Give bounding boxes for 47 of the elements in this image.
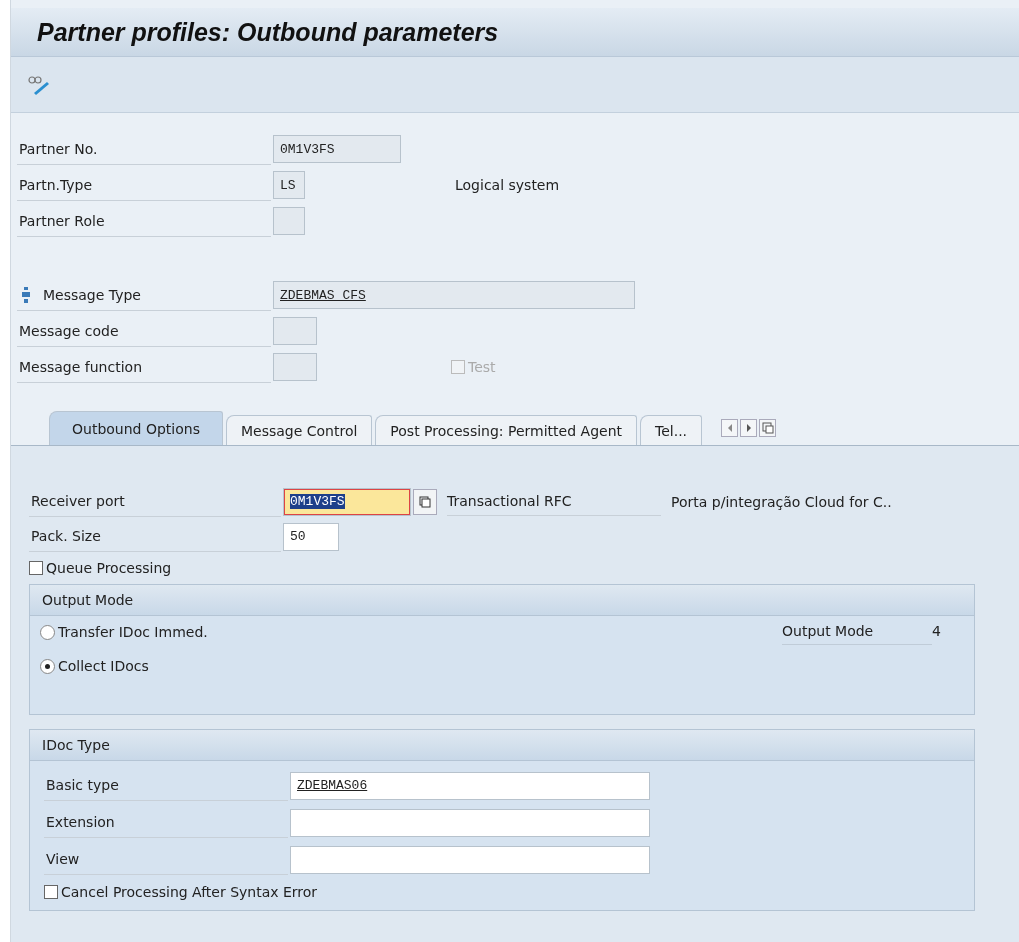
field-label: Partn.Type [17, 169, 271, 201]
field-label: Message Type [43, 285, 141, 305]
input-field[interactable]: ZDEBMAS06 [290, 771, 650, 800]
scroll-right-button[interactable] [740, 419, 758, 437]
input-field[interactable] [273, 353, 317, 381]
input-field[interactable]: 50 [283, 522, 339, 551]
group-title: IDoc Type [42, 737, 110, 753]
field-label: Partner No. [17, 133, 271, 165]
group-title: Output Mode [42, 592, 134, 608]
port-type-text: Transactional RFC [447, 487, 661, 516]
input-field[interactable] [290, 845, 650, 874]
right-triangle-icon [744, 423, 753, 433]
hierarchy-icon [21, 286, 31, 303]
tab[interactable]: Post Processing: Permitted Agent [375, 415, 637, 445]
input-field[interactable]: LS [273, 171, 305, 199]
tab[interactable]: Message Control [225, 415, 373, 445]
input-field[interactable] [273, 317, 317, 345]
value-help-button[interactable] [413, 488, 437, 515]
radio-option[interactable]: Transfer IDoc Immed. [40, 624, 782, 640]
queue-processing-checkbox[interactable]: Queue Processing [29, 560, 1019, 576]
radio-option[interactable]: Collect IDocs [40, 658, 782, 674]
field-description: Logical system [455, 177, 560, 193]
field-label: Receiver port [29, 486, 281, 517]
cancel-processing-checkbox[interactable]: Cancel Processing After Syntax Error [44, 884, 974, 900]
port-description: Porta p/integração Cloud for C.. [671, 493, 892, 510]
tab-list-button[interactable] [759, 419, 777, 437]
output-mode-value: 4 [932, 622, 942, 641]
scroll-left-button[interactable] [721, 419, 739, 437]
field-label: Message code [17, 315, 271, 347]
field-label: Message function [17, 351, 271, 383]
input-field[interactable]: 0M1V3FS [273, 135, 401, 163]
input-field[interactable]: ZDEBMAS_CFS [273, 281, 635, 309]
input-field[interactable] [290, 808, 650, 837]
tab[interactable]: Outbound Options [49, 411, 223, 445]
field-label: View [44, 844, 288, 875]
input-field[interactable]: 0M1V3FS [283, 487, 411, 516]
glasses-pencil-icon[interactable] [27, 73, 51, 96]
field-label: Partner Role [17, 205, 271, 237]
field-label: Basic type [44, 770, 288, 801]
copy-icon [419, 495, 431, 508]
tab[interactable]: Tel... [640, 415, 703, 445]
field-label: Pack. Size [29, 521, 281, 552]
windows-icon [761, 422, 774, 434]
window-title: Partner profiles: Outbound parameters [37, 17, 499, 47]
input-field[interactable] [273, 207, 305, 235]
output-mode-label: Output Mode [782, 618, 932, 645]
field-label: Extension [44, 807, 288, 838]
